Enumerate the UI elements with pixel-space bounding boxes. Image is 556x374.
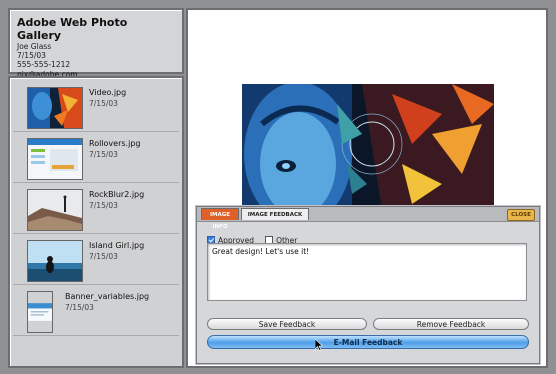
- gallery-date: 7/15/03: [17, 51, 46, 60]
- feedback-tab-bar: IMAGE INFO IMAGE FEEDBACK CLOSE: [197, 207, 539, 230]
- feedback-panel: IMAGE INFO IMAGE FEEDBACK CLOSE Approved…: [196, 206, 540, 364]
- email-feedback-button[interactable]: E-Mail Feedback: [207, 335, 529, 349]
- thumbnail-image-banner-variables[interactable]: [27, 291, 53, 333]
- thumbnail-image-rockblur[interactable]: [27, 189, 83, 231]
- thumbnail-date: 7/15/03: [89, 252, 118, 261]
- thumbnail-name: Video.jpg: [89, 88, 127, 97]
- remove-feedback-button[interactable]: Remove Feedback: [373, 318, 529, 330]
- thumbnail-date: 7/15/03: [65, 303, 94, 312]
- feedback-textarea[interactable]: Great design! Let's use it!: [207, 243, 527, 301]
- thumbnail-date: 7/15/03: [89, 150, 118, 159]
- thumbnail-date: 7/15/03: [89, 99, 118, 108]
- thumbnail-name: Island Girl.jpg: [89, 241, 145, 250]
- phone-number: 555-555-1212: [17, 60, 71, 69]
- thumbnail-image-island-girl[interactable]: [27, 240, 83, 282]
- gallery-header: Adobe Web Photo Gallery Joe Glass 7/15/0…: [8, 8, 184, 79]
- save-feedback-button[interactable]: Save Feedback: [207, 318, 367, 330]
- mouse-cursor-icon: [315, 339, 323, 351]
- thumbnail-item-island-girl[interactable]: Island Girl.jpg 7/15/03: [13, 235, 179, 285]
- thumbnail-item-video[interactable]: Video.jpg 7/15/03: [13, 82, 179, 132]
- thumbnail-name: Banner_variables.jpg: [65, 292, 150, 301]
- author-name: Joe Glass: [17, 42, 52, 51]
- feedback-options: Approved Other: [207, 229, 303, 245]
- close-button[interactable]: CLOSE: [507, 209, 535, 221]
- tab-image-info[interactable]: IMAGE INFO: [201, 208, 239, 230]
- main-photo[interactable]: [242, 84, 494, 210]
- thumbnail-name: Rollovers.jpg: [89, 139, 141, 148]
- thumbnail-item-banner-variables[interactable]: Banner_variables.jpg 7/15/03: [13, 286, 179, 336]
- thumbnail-name: RockBlur2.jpg: [89, 190, 145, 199]
- image-viewer: IMAGE INFO IMAGE FEEDBACK CLOSE Approved…: [186, 8, 548, 368]
- thumbnail-image-video[interactable]: [27, 87, 83, 129]
- thumbnail-list: Video.jpg 7/15/03 Rollovers.jpg 7/15/03 …: [8, 76, 184, 368]
- gallery-title: Adobe Web Photo Gallery: [17, 16, 128, 42]
- thumbnail-item-rockblur[interactable]: RockBlur2.jpg 7/15/03: [13, 184, 179, 234]
- thumbnail-item-rollovers[interactable]: Rollovers.jpg 7/15/03: [13, 133, 179, 183]
- thumbnail-date: 7/15/03: [89, 201, 118, 210]
- tab-image-feedback[interactable]: IMAGE FEEDBACK: [241, 208, 309, 220]
- thumbnail-image-rollovers[interactable]: [27, 138, 83, 180]
